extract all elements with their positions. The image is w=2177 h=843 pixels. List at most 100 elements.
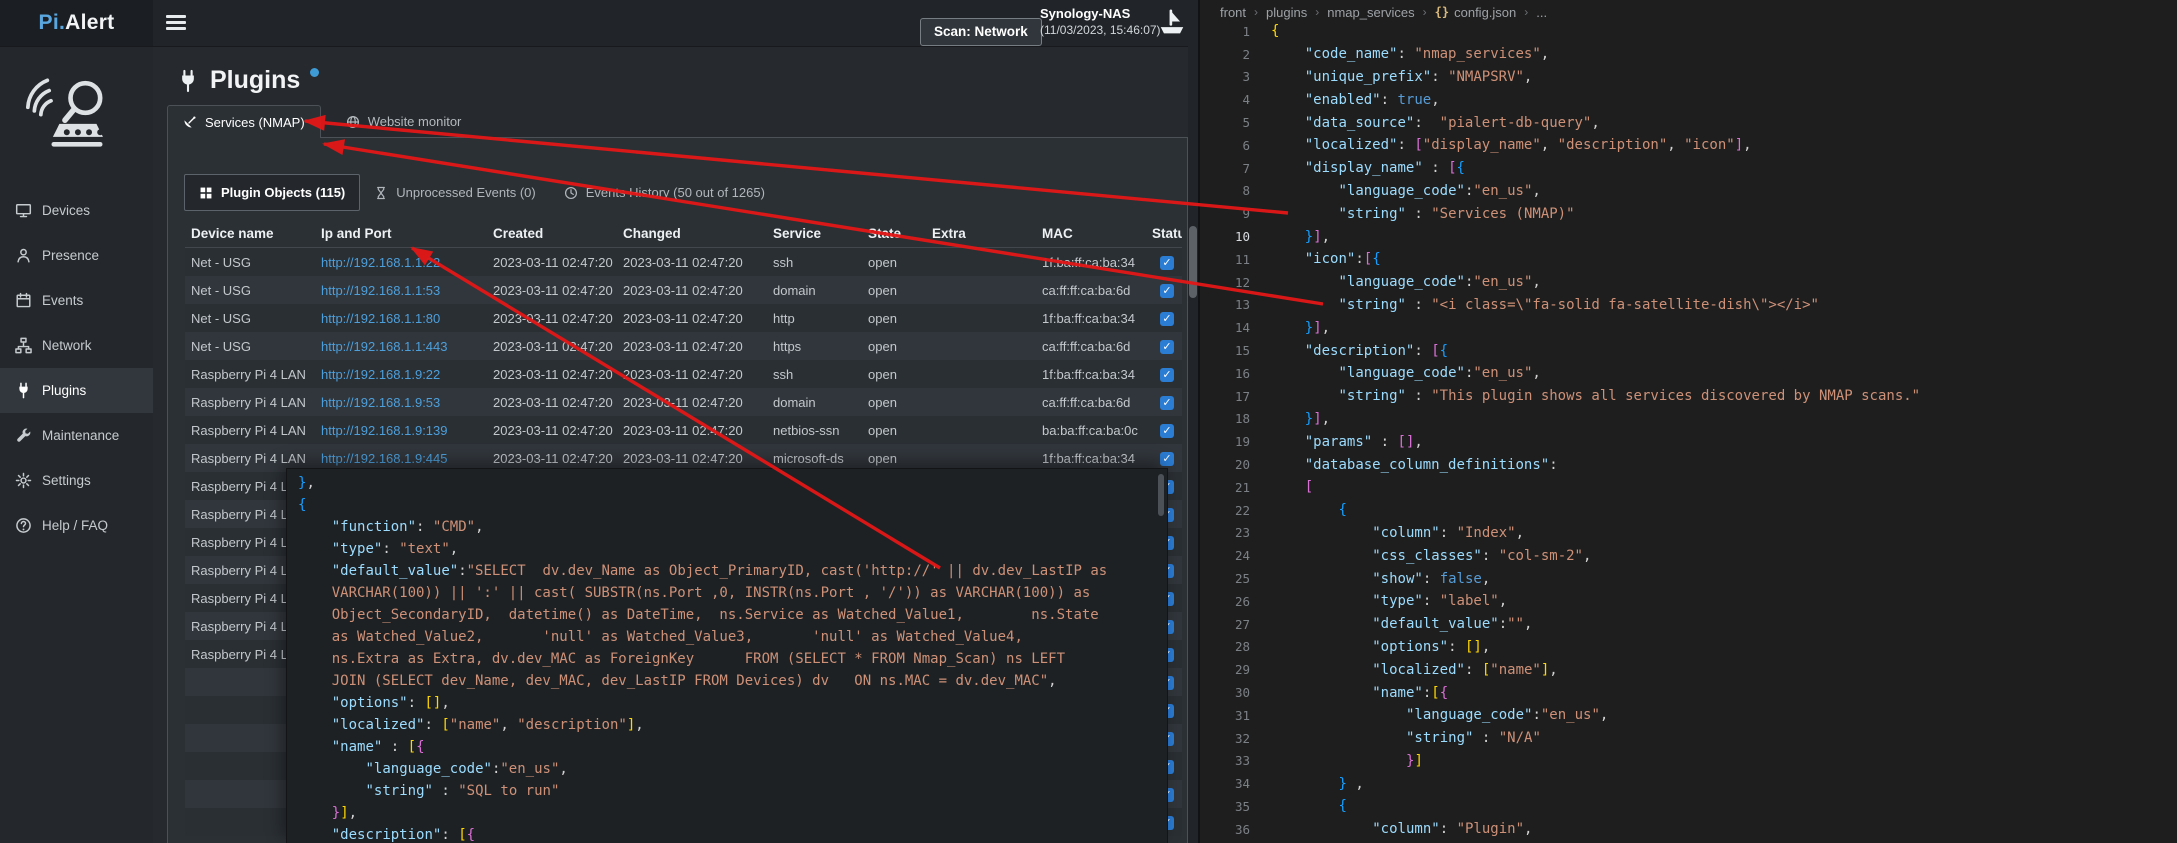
line-number: 25 (1200, 571, 1250, 586)
column-header-extra[interactable]: Extra (926, 219, 1036, 248)
code-line[interactable]: 14 }], (1200, 316, 2177, 339)
tab-plugin-objects-115[interactable]: Plugin Objects (115) (184, 174, 360, 211)
code-line[interactable]: 23 "column": "Index", (1200, 522, 2177, 545)
column-header-state[interactable]: State (862, 219, 926, 248)
overlay-scrollbar-thumb[interactable] (1158, 474, 1164, 516)
cell-ip-port: http://192.168.1.1:22 (315, 248, 487, 277)
code-line[interactable]: 29 "localized": ["name"], (1200, 658, 2177, 681)
brand-logo[interactable]: Pi.Alert (0, 0, 153, 46)
ip-port-link[interactable]: http://192.168.1.9:53 (321, 395, 440, 410)
code-line[interactable]: 26 "type": "label", (1200, 590, 2177, 613)
tab-website-monitor[interactable]: Website monitor (331, 105, 477, 138)
column-header-service[interactable]: Service (767, 219, 862, 248)
status-checkbox[interactable]: ✓ (1160, 396, 1174, 410)
code-line[interactable]: 7 "display_name" : [{ (1200, 157, 2177, 180)
sidebar-item-events[interactable]: Events (0, 278, 153, 323)
sidebar-item-plugins[interactable]: Plugins (0, 368, 153, 413)
sidebar-item-devices[interactable]: Devices (0, 188, 153, 233)
code-line[interactable]: 16 "language_code":"en_us", (1200, 362, 2177, 385)
cell-extra (926, 388, 1036, 416)
code-line[interactable]: 15 "description": [{ (1200, 339, 2177, 362)
sidebar-item-network[interactable]: Network (0, 323, 153, 368)
code-line[interactable]: 34 } , (1200, 772, 2177, 795)
scrollbar-thumb[interactable] (1189, 226, 1197, 298)
tab-events-history-50-out-of-1265[interactable]: Events History (50 out of 1265) (550, 174, 779, 211)
status-checkbox[interactable]: ✓ (1160, 284, 1174, 298)
code-line[interactable]: 13 "string" : "<i class=\"fa-solid fa-sa… (1200, 294, 2177, 317)
code-line[interactable]: 18 }], (1200, 408, 2177, 431)
status-checkbox[interactable]: ✓ (1160, 312, 1174, 326)
table-row: Net - USGhttp://192.168.1.1:4432023-03-1… (185, 332, 1182, 360)
code-line[interactable]: 2 "code_name": "nmap_services", (1200, 43, 2177, 66)
code-line[interactable]: 32 "string" : "N/A" (1200, 727, 2177, 750)
ip-port-link[interactable]: http://192.168.1.9:139 (321, 423, 448, 438)
ip-port-link[interactable]: http://192.168.1.9:22 (321, 367, 440, 382)
column-header-device-name[interactable]: Device name (185, 219, 315, 248)
code-line[interactable]: 22 { (1200, 499, 2177, 522)
ip-port-link[interactable]: http://192.168.1.1:22 (321, 255, 440, 270)
code-line-text: "type": "label", (1250, 593, 1507, 609)
code-line[interactable]: 28 "options": [], (1200, 636, 2177, 659)
status-checkbox[interactable]: ✓ (1160, 340, 1174, 354)
code-line[interactable]: 3 "unique_prefix": "NMAPSRV", (1200, 66, 2177, 89)
breadcrumb-item[interactable]: nmap_services (1327, 5, 1414, 20)
ip-port-link[interactable]: http://192.168.1.1:80 (321, 311, 440, 326)
sidebar-item-maintenance[interactable]: Maintenance (0, 413, 153, 458)
status-checkbox[interactable]: ✓ (1160, 256, 1174, 270)
overlay-code-line: VARCHAR(100)) || ':' || cast( SUBSTR(ns.… (298, 582, 1153, 604)
column-header-mac[interactable]: MAC (1036, 219, 1152, 248)
code-line[interactable]: 4 "enabled": true, (1200, 88, 2177, 111)
column-header-ip-and-port[interactable]: Ip and Port (315, 219, 487, 248)
sidebar-item-label: Help / FAQ (42, 518, 108, 533)
status-checkbox[interactable]: ✓ (1160, 368, 1174, 382)
ip-port-link[interactable]: http://192.168.1.9:445 (321, 451, 448, 466)
code-line[interactable]: 19 "params" : [], (1200, 430, 2177, 453)
code-line[interactable]: 36 "column": "Plugin", (1200, 818, 2177, 841)
breadcrumb-file[interactable]: {}config.json (1435, 5, 1517, 20)
title-help-dot[interactable] (310, 68, 319, 77)
line-number: 13 (1200, 297, 1250, 312)
code-line[interactable]: 20 "database_column_definitions": (1200, 453, 2177, 476)
code-line[interactable]: 31 "language_code":"en_us", (1200, 704, 2177, 727)
overlay-code-line: as Watched_Value2, 'null' as Watched_Val… (298, 626, 1153, 648)
breadcrumb-item[interactable]: front (1220, 5, 1246, 20)
app-scrollbar[interactable] (1188, 46, 1198, 843)
status-checkbox[interactable]: ✓ (1160, 452, 1174, 466)
status-checkbox[interactable]: ✓ (1160, 424, 1174, 438)
code-line[interactable]: 17 "string" : "This plugin shows all ser… (1200, 385, 2177, 408)
ship-icon[interactable] (1157, 8, 1187, 38)
code-line[interactable]: 27 "default_value":"", (1200, 613, 2177, 636)
column-header-changed[interactable]: Changed (617, 219, 767, 248)
code-line[interactable]: 35 { (1200, 795, 2177, 818)
ip-port-link[interactable]: http://192.168.1.1:53 (321, 283, 440, 298)
code-line[interactable]: 21 [ (1200, 476, 2177, 499)
sidebar-item-presence[interactable]: Presence (0, 233, 153, 278)
code-line[interactable]: 10 }], (1200, 225, 2177, 248)
code-line[interactable]: 5 "data_source": "pialert-db-query", (1200, 111, 2177, 134)
cell-extra (926, 332, 1036, 360)
host-name: Synology-NAS (1040, 6, 1161, 21)
code-line[interactable]: 1{ (1200, 20, 2177, 43)
column-header-created[interactable]: Created (487, 219, 617, 248)
code-line[interactable]: 8 "language_code":"en_us", (1200, 180, 2177, 203)
tab-unprocessed-events-0[interactable]: Unprocessed Events (0) (360, 174, 549, 211)
code-line[interactable]: 24 "css_classes": "col-sm-2", (1200, 544, 2177, 567)
sidebar-item-settings[interactable]: Settings (0, 458, 153, 503)
ip-port-link[interactable]: http://192.168.1.1:443 (321, 339, 448, 354)
code-line-text: "string" : "<i class=\"fa-solid fa-satel… (1250, 297, 1819, 313)
code-line[interactable]: 9 "string" : "Services (NMAP)" (1200, 202, 2177, 225)
code-line[interactable]: 6 "localized": ["display_name", "descrip… (1200, 134, 2177, 157)
tab-services-nmap[interactable]: Services (NMAP) (167, 105, 321, 138)
cell-changed: 2023-03-11 02:47:20 (617, 360, 767, 388)
code-line[interactable]: 33 }] (1200, 750, 2177, 773)
sidebar-item-help-faq[interactable]: Help / FAQ (0, 503, 153, 548)
editor-code[interactable]: 1{2 "code_name": "nmap_services",3 "uniq… (1200, 20, 2177, 841)
code-line[interactable]: 11 "icon":[{ (1200, 248, 2177, 271)
code-line[interactable]: 12 "language_code":"en_us", (1200, 271, 2177, 294)
menu-toggle-icon[interactable] (166, 15, 186, 33)
column-header-status[interactable]: Status (1152, 219, 1182, 248)
breadcrumb-symbol[interactable]: ... (1536, 5, 1547, 20)
code-line[interactable]: 30 "name":[{ (1200, 681, 2177, 704)
breadcrumb-item[interactable]: plugins (1266, 5, 1307, 20)
code-line[interactable]: 25 "show": false, (1200, 567, 2177, 590)
